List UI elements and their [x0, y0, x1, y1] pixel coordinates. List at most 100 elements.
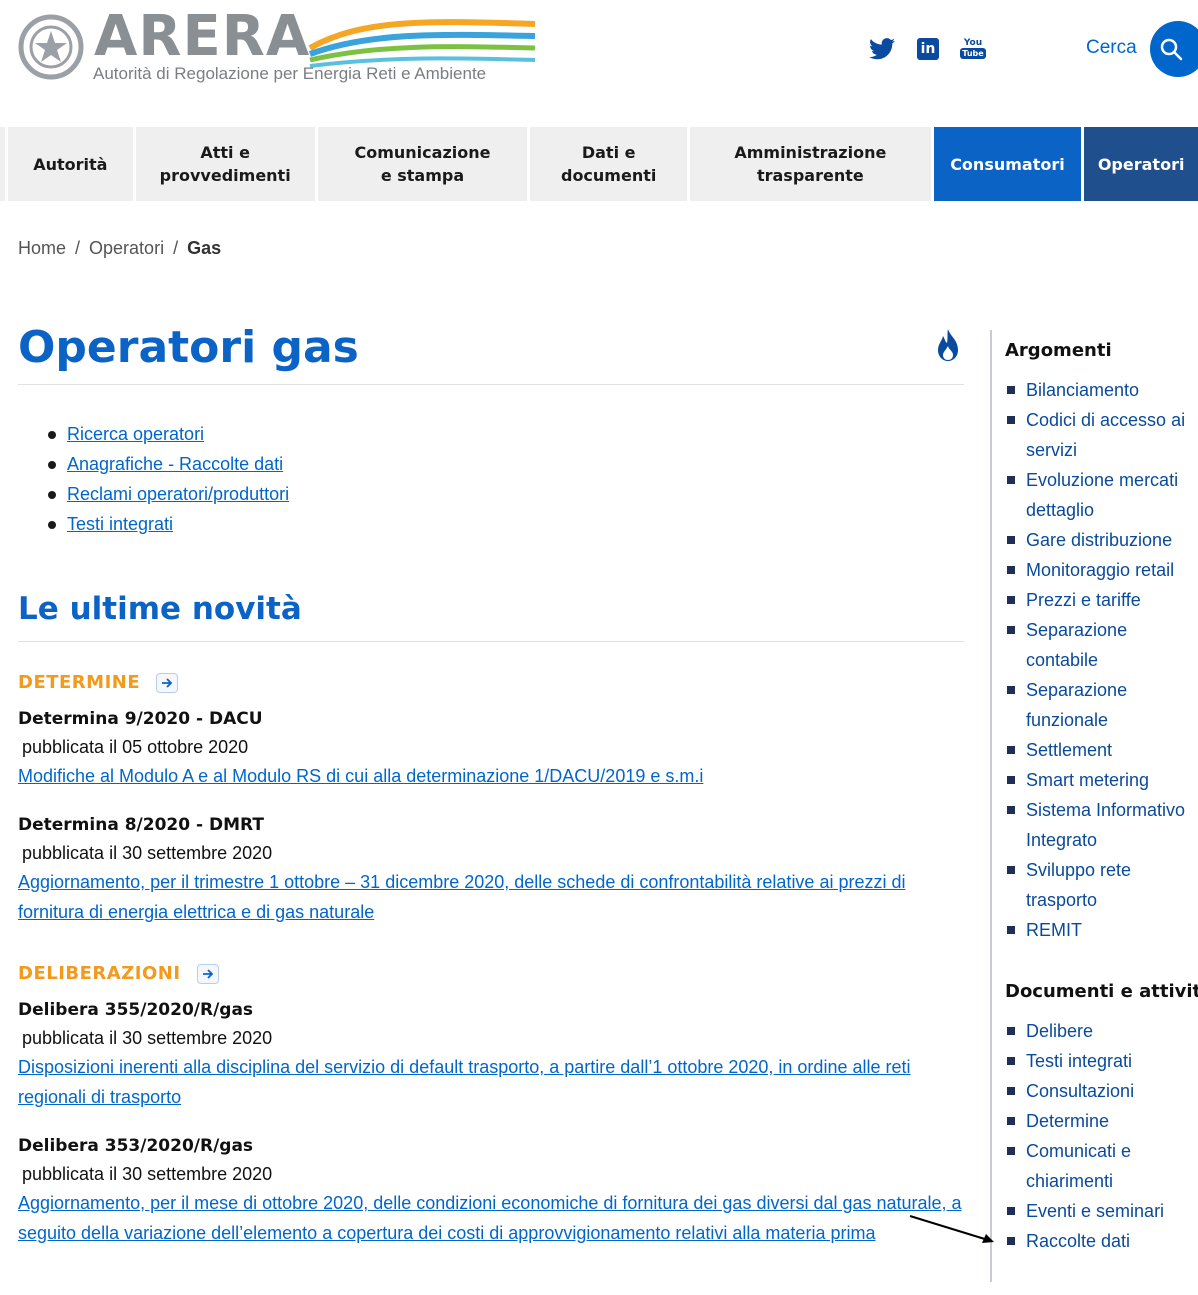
- category-label[interactable]: DETERMINE: [18, 672, 140, 693]
- sidebar-item: Sistema Informativo Integrato: [1006, 795, 1198, 855]
- search-icon: [1160, 38, 1183, 61]
- item-date: pubblicata il 30 settembre 2020: [22, 1028, 273, 1048]
- site-header: ARERA Autorità di Regolazione per Energi…: [0, 0, 1198, 110]
- search-label[interactable]: Cerca: [1086, 37, 1137, 59]
- item-link[interactable]: Disposizioni inerenti alla disciplina de…: [18, 1057, 911, 1107]
- sidebar-item: Settlement: [1006, 735, 1198, 765]
- youtube-glyph-top: You: [963, 38, 983, 48]
- sidebar-item: Raccolte dati: [1006, 1226, 1198, 1256]
- item-link[interactable]: Aggiornamento, per il mese di ottobre 20…: [18, 1193, 962, 1243]
- youtube-icon[interactable]: You Tube: [960, 36, 986, 62]
- sidebar-topics-list: Bilanciamento Codici di accesso ai servi…: [1006, 375, 1198, 945]
- sidebar-item: Prezzi e tariffe: [1006, 585, 1198, 615]
- nav-item-amministrazione[interactable]: Amministrazione trasparente: [690, 127, 934, 201]
- link-testi-integrati[interactable]: Testi integrati: [67, 514, 173, 534]
- sidebar-link[interactable]: Monitoraggio retail: [1026, 560, 1174, 580]
- arrow-right-icon[interactable]: [196, 963, 219, 984]
- breadcrumb-home[interactable]: Home: [18, 238, 66, 258]
- sidebar-item: Gare distribuzione: [1006, 525, 1198, 555]
- item-link[interactable]: Aggiornamento, per il trimestre 1 ottobr…: [18, 872, 905, 922]
- sidebar-link[interactable]: Codici di accesso ai servizi: [1026, 410, 1185, 460]
- sidebar-item: Evoluzione mercati dettaglio: [1006, 465, 1198, 525]
- nav-item-comunicazione[interactable]: Comunicazione e stampa: [317, 127, 531, 201]
- list-item: Ricerca operatori: [48, 419, 964, 449]
- sidebar-link[interactable]: Bilanciamento: [1026, 380, 1139, 400]
- sidebar-link[interactable]: Gare distribuzione: [1026, 530, 1172, 550]
- logo-text[interactable]: ARERA: [94, 2, 310, 72]
- sidebar-item: Sviluppo rete trasporto: [1006, 855, 1198, 915]
- sidebar-item: REMIT: [1006, 915, 1198, 945]
- news-divider: [18, 641, 964, 642]
- arrow-right-icon[interactable]: [156, 672, 179, 693]
- category-deliberazioni: DELIBERAZIONI: [18, 963, 964, 984]
- linkedin-icon[interactable]: in: [916, 36, 940, 62]
- category-label[interactable]: DELIBERAZIONI: [18, 963, 181, 984]
- sidebar-item: Testi integrati: [1006, 1046, 1198, 1076]
- main-nav: Autorità Atti e provvedimenti Comunicazi…: [0, 127, 1198, 201]
- sidebar-link[interactable]: REMIT: [1026, 920, 1082, 940]
- item-title: Delibera 355/2020/R/gas: [18, 1000, 254, 1020]
- youtube-glyph-bottom: Tube: [960, 48, 986, 59]
- news-item: Delibera 355/2020/R/gas pubblicata il 30…: [18, 996, 964, 1112]
- link-ricerca-operatori[interactable]: Ricerca operatori: [67, 424, 204, 444]
- logo-subtitle: Autorità di Regolazione per Energia Reti…: [93, 64, 487, 83]
- link-reclami[interactable]: Reclami operatori/produttori: [67, 484, 289, 504]
- nav-item-dati[interactable]: Dati e documenti: [530, 127, 691, 201]
- item-title: Determina 8/2020 - DMRT: [18, 815, 264, 835]
- category-determine: DETERMINE: [18, 672, 964, 693]
- sidebar-link[interactable]: Evoluzione mercati dettaglio: [1026, 470, 1178, 520]
- breadcrumb-current: Gas: [187, 238, 222, 258]
- nav-spacer: [0, 127, 8, 201]
- sidebar-link[interactable]: Sviluppo rete trasporto: [1026, 860, 1131, 910]
- news-item: Determina 8/2020 - DMRT pubblicata il 30…: [18, 811, 964, 927]
- republic-emblem-icon[interactable]: [18, 14, 84, 80]
- sidebar-link[interactable]: Consultazioni: [1026, 1081, 1134, 1101]
- twitter-icon[interactable]: [868, 36, 896, 62]
- item-date: pubblicata il 30 settembre 2020: [22, 1164, 273, 1184]
- sidebar-item: Bilanciamento: [1006, 375, 1198, 405]
- item-link[interactable]: Modifiche al Modulo A e al Modulo RS di …: [18, 766, 703, 786]
- page-title-row: Operatori gas: [18, 320, 964, 384]
- logo-waves-icon: [308, 19, 536, 68]
- page-title: Operatori gas: [18, 322, 359, 373]
- linkedin-glyph: in: [917, 38, 939, 60]
- list-item: Anagrafiche - Raccolte dati: [48, 449, 964, 479]
- sidebar-link[interactable]: Comunicati e chiarimenti: [1026, 1141, 1131, 1191]
- sidebar-link[interactable]: Eventi e seminari: [1026, 1201, 1164, 1221]
- news-section-title: Le ultime novità: [18, 591, 302, 627]
- sidebar-item: Separazione funzionale: [1006, 675, 1198, 735]
- sidebar-item: Monitoraggio retail: [1006, 555, 1198, 585]
- list-item: Testi integrati: [48, 509, 964, 539]
- breadcrumb-separator: /: [173, 238, 179, 258]
- sidebar-item: Comunicati e chiarimenti: [1006, 1136, 1198, 1196]
- sidebar-link[interactable]: Sistema Informativo Integrato: [1026, 800, 1185, 850]
- news-item: Delibera 353/2020/R/gas pubblicata il 30…: [18, 1132, 964, 1248]
- sidebar-link[interactable]: Testi integrati: [1026, 1051, 1132, 1071]
- link-anagrafiche[interactable]: Anagrafiche - Raccolte dati: [67, 454, 283, 474]
- sidebar-link[interactable]: Determine: [1026, 1111, 1109, 1131]
- sidebar-link[interactable]: Separazione contabile: [1026, 620, 1127, 670]
- news-item: Determina 9/2020 - DACU pubblicata il 05…: [18, 705, 964, 791]
- sidebar-topics-title: Argomenti: [1005, 340, 1112, 361]
- nav-item-atti[interactable]: Atti e provvedimenti: [135, 127, 318, 201]
- nav-item-autorita[interactable]: Autorità: [7, 127, 136, 201]
- item-title: Delibera 353/2020/R/gas: [18, 1136, 254, 1156]
- sidebar-docs-list: Delibere Testi integrati Consultazioni D…: [1006, 1016, 1198, 1256]
- sidebar: Argomenti Bilanciamento Codici di access…: [990, 330, 1198, 1282]
- breadcrumb-operatori[interactable]: Operatori: [89, 238, 164, 258]
- sidebar-link-raccolte-dati[interactable]: Raccolte dati: [1026, 1231, 1130, 1251]
- title-divider: [18, 384, 964, 385]
- sidebar-item: Smart metering: [1006, 765, 1198, 795]
- sidebar-link[interactable]: Separazione funzionale: [1026, 680, 1127, 730]
- sidebar-link[interactable]: Prezzi e tariffe: [1026, 590, 1141, 610]
- quick-links-list: Ricerca operatori Anagrafiche - Raccolte…: [48, 419, 964, 539]
- nav-item-operatori[interactable]: Operatori: [1084, 127, 1198, 201]
- breadcrumb: Home / Operatori / Gas: [18, 238, 221, 259]
- sidebar-link[interactable]: Delibere: [1026, 1021, 1093, 1041]
- sidebar-link[interactable]: Settlement: [1026, 740, 1112, 760]
- sidebar-link[interactable]: Smart metering: [1026, 770, 1149, 790]
- search-button[interactable]: [1150, 21, 1198, 77]
- nav-item-consumatori[interactable]: Consumatori: [933, 127, 1085, 201]
- gas-flame-icon: [938, 329, 958, 361]
- sidebar-docs-title: Documenti e attività: [1005, 981, 1198, 1002]
